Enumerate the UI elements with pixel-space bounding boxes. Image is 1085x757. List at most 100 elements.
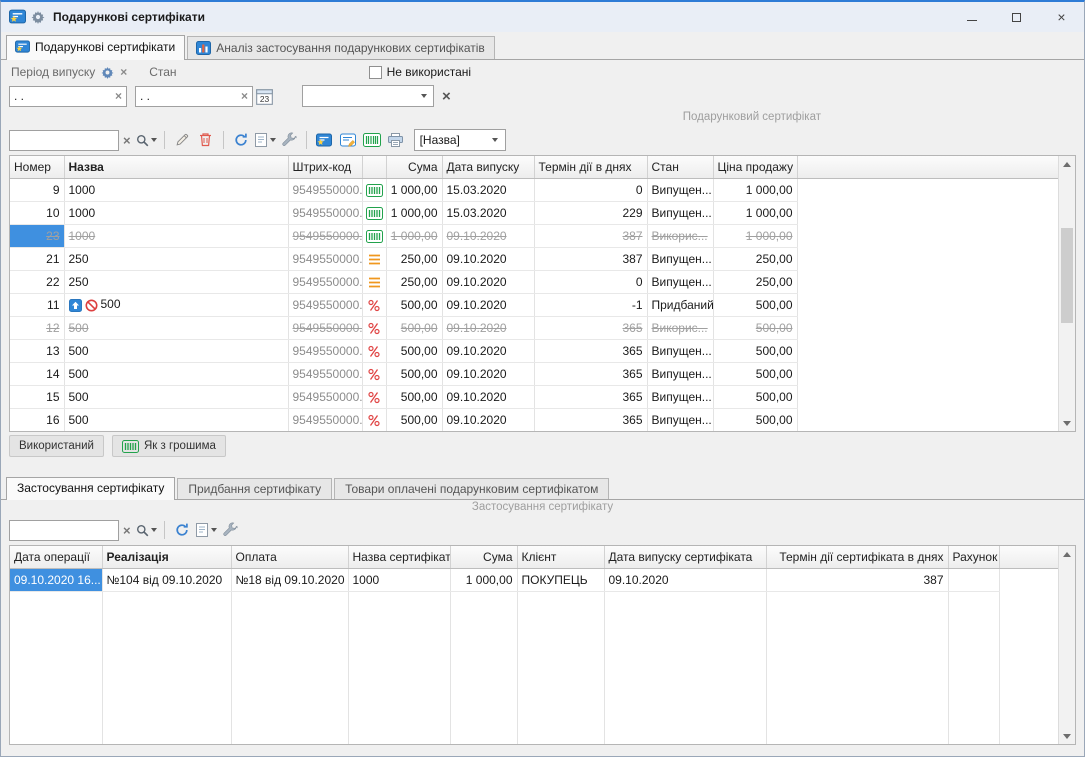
table-row[interactable]: 145009549550000...500,0009.10.2020365Вип… — [10, 362, 1058, 385]
table-row[interactable]: 1010009549550000...1 000,0015.03.2020229… — [10, 201, 1058, 224]
column-header[interactable]: Реалізація — [102, 546, 231, 568]
date-from-input[interactable]: . . × — [9, 86, 127, 107]
edit-pencil-icon[interactable] — [171, 129, 193, 151]
delete-trash-icon[interactable] — [195, 129, 217, 151]
barcode-icon[interactable] — [361, 129, 383, 151]
certificate-new-icon[interactable] — [313, 129, 335, 151]
table-row[interactable]: 155009549550000...500,0009.10.2020365Вип… — [10, 385, 1058, 408]
legend-used-chip[interactable]: Використаний — [9, 435, 104, 457]
column-header[interactable]: Ціна продажу — [713, 156, 797, 178]
table-row[interactable] — [10, 706, 1058, 729]
tab-gift-certificates[interactable]: Подарункові сертифікати — [6, 35, 185, 60]
table-row[interactable] — [10, 591, 1058, 614]
column-header[interactable]: Сума — [450, 546, 517, 568]
column-header[interactable]: Оплата — [231, 546, 348, 568]
state-combobox[interactable] — [302, 85, 434, 107]
maximize-button[interactable] — [994, 2, 1039, 32]
refresh-icon[interactable] — [171, 519, 193, 541]
scroll-up-icon[interactable] — [1059, 156, 1075, 172]
tab-certificate-purchase[interactable]: Придбання сертифікату — [177, 478, 332, 499]
column-header[interactable]: Штрих-код — [288, 156, 362, 178]
checkbox-box[interactable] — [369, 66, 382, 79]
splitter[interactable] — [1, 460, 1084, 470]
column-header[interactable]: Дата випуску сертифіката — [604, 546, 766, 568]
table-row[interactable] — [10, 683, 1058, 706]
table-row[interactable] — [10, 637, 1058, 660]
cell-cert_days — [766, 683, 948, 706]
app-certificate-icon — [9, 9, 26, 25]
scroll-down-icon[interactable] — [1059, 728, 1075, 744]
minimize-button[interactable] — [949, 2, 994, 32]
scrollbar-thumb[interactable] — [1061, 228, 1073, 323]
column-header[interactable]: Сума — [386, 156, 442, 178]
table-row[interactable] — [10, 614, 1058, 637]
search-icon[interactable] — [136, 519, 158, 541]
tab-analysis[interactable]: Аналіз застосування подарункових сертифі… — [187, 36, 495, 59]
wrench-icon[interactable] — [219, 519, 241, 541]
table-row[interactable]: 135009549550000...500,0009.10.2020365Вип… — [10, 339, 1058, 362]
table-row[interactable]: 910009549550000...1 000,0015.03.20200Вип… — [10, 178, 1058, 201]
report-document-icon[interactable] — [195, 519, 217, 541]
chevron-down-icon[interactable] — [488, 131, 503, 149]
list-orange-icon — [367, 276, 382, 289]
table-row[interactable]: 212509549550000...250,0009.10.2020387Вип… — [10, 247, 1058, 270]
date-from-clear-icon[interactable]: × — [115, 89, 122, 103]
unused-checkbox[interactable]: Не використані — [369, 65, 472, 79]
search-input[interactable] — [9, 520, 119, 541]
cell-sum: 250,00 — [386, 247, 442, 270]
date-to-input[interactable]: . . × — [135, 86, 253, 107]
cell-state: Випущен... — [647, 362, 713, 385]
gear-icon[interactable] — [31, 10, 45, 24]
legend-money-chip[interactable]: Як з грошима — [112, 435, 226, 457]
table-row[interactable]: 222509549550000...250,0009.10.20200Випущ… — [10, 270, 1058, 293]
column-header[interactable]: Дата операції — [10, 546, 102, 568]
column-header[interactable]: Номер — [10, 156, 64, 178]
period-clear-icon[interactable]: × — [120, 66, 127, 78]
column-header[interactable]: Термін дії в днях — [534, 156, 647, 178]
percent-red-icon — [367, 414, 381, 427]
scroll-down-icon[interactable] — [1059, 415, 1075, 431]
column-header[interactable]: Стан — [647, 156, 713, 178]
scroll-up-icon[interactable] — [1059, 546, 1075, 562]
column-header[interactable] — [362, 156, 386, 178]
cell-barcode: 9549550000... — [288, 270, 362, 293]
search-input[interactable] — [9, 130, 119, 151]
column-header[interactable]: Клієнт — [517, 546, 604, 568]
tab-certificate-application[interactable]: Застосування сертифікату — [6, 477, 175, 500]
close-button[interactable]: × — [1039, 2, 1084, 32]
wrench-icon[interactable] — [278, 129, 300, 151]
clear-search-icon[interactable]: × — [119, 523, 135, 538]
print-icon[interactable] — [385, 129, 407, 151]
chevron-down-icon[interactable] — [416, 87, 431, 105]
name-filter-combobox[interactable]: [Назва] — [414, 129, 506, 151]
clear-search-icon[interactable]: × — [119, 133, 135, 148]
column-header[interactable]: Рахунок — [948, 546, 999, 568]
calendar-icon[interactable]: 23 — [255, 87, 274, 106]
date-to-value: . . — [140, 89, 150, 103]
cell-num: 14 — [10, 362, 64, 385]
table-row[interactable]: 165009549550000...500,0009.10.2020365Вип… — [10, 408, 1058, 431]
table-row[interactable]: 125009549550000...500,0009.10.2020365Вик… — [10, 316, 1058, 339]
column-header[interactable]: Назва сертифікату — [348, 546, 450, 568]
table-row[interactable]: 09.10.2020 16...№104 від 09.10.2020№18 в… — [10, 568, 1058, 591]
cell-name: 250 — [64, 247, 288, 270]
certificate-edit-icon[interactable] — [337, 129, 359, 151]
column-header[interactable]: Назва — [64, 156, 288, 178]
cell-account — [948, 614, 999, 637]
table-row[interactable]: 2310009549550000...1 000,0009.10.2020387… — [10, 224, 1058, 247]
vertical-scrollbar[interactable] — [1058, 156, 1075, 431]
table-row[interactable] — [10, 660, 1058, 683]
vertical-scrollbar[interactable] — [1058, 546, 1075, 744]
column-header[interactable]: Термін дії сертифіката в днях — [766, 546, 948, 568]
refresh-icon[interactable] — [230, 129, 252, 151]
period-settings-gear-icon[interactable] — [101, 66, 114, 79]
date-to-clear-icon[interactable]: × — [241, 89, 248, 103]
tab-goods-paid[interactable]: Товари оплачені подарунковим сертифікато… — [334, 478, 609, 499]
state-clear-icon[interactable]: × — [442, 88, 451, 105]
table-row[interactable] — [10, 729, 1058, 744]
search-icon[interactable] — [136, 129, 158, 151]
cell-op_date — [10, 683, 102, 706]
report-document-icon[interactable] — [254, 129, 276, 151]
column-header[interactable]: Дата випуску — [442, 156, 534, 178]
table-row[interactable]: 115009549550000...500,0009.10.2020-1Прид… — [10, 293, 1058, 316]
